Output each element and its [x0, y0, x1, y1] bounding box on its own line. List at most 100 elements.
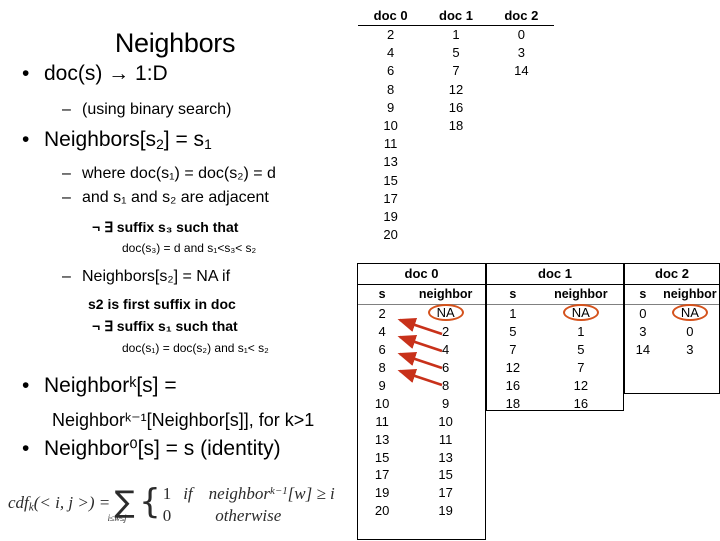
dash-glyph: –	[62, 268, 71, 285]
dash-glyph: –	[62, 165, 71, 182]
bullet-neighbors-def-sub: 2	[156, 136, 164, 153]
suffix-cell: 3	[639, 323, 647, 339]
suffix-cell: 16	[505, 377, 521, 393]
table-row: 8 12	[358, 81, 554, 99]
table-row: 18 16	[487, 395, 623, 413]
neighbor-cell: 13	[438, 449, 453, 465]
doc-table-cell: 15	[383, 172, 398, 188]
formula-cases: 1 if neighbork−1[w] ≥ i 0 otherwise	[163, 483, 335, 527]
na-highlight-ellipse: NA	[427, 304, 464, 321]
table-row: 64	[358, 341, 485, 359]
summation-range: i≤w≤j	[107, 513, 127, 523]
table-row: 12 7	[487, 359, 623, 377]
cdf-formula: cdfk(< i, j >) = ∑i≤w≤j{ 1 if neighbork−1[…	[8, 477, 347, 526]
doc-table-cell: 12	[448, 81, 464, 97]
neighbor-cell: 1	[577, 323, 585, 339]
bullet-neighbor-zero: • Neighbor⁰[s] = s (identity)	[22, 436, 281, 461]
suffix-cell: 5	[509, 323, 517, 339]
suffix-cell: 10	[374, 395, 390, 411]
doc-table-cell	[423, 208, 488, 226]
neighbor-table-doc0-title-row: doc 0	[358, 264, 485, 285]
table-row: 30	[625, 323, 719, 341]
neighbor-table-doc1-title-row: doc 1	[487, 264, 623, 285]
suffix-cell: 0	[639, 306, 647, 321]
table-row: 20	[358, 226, 554, 244]
neighbor-table-doc2-header-row: s neighbor	[625, 284, 719, 305]
neighbor-table-doc0-header-row: s neighbor	[358, 284, 485, 305]
case1-condition-exponent: k−1	[270, 485, 288, 498]
na-highlight-ellipse: NA	[562, 304, 599, 321]
neighbor-cell: 8	[442, 377, 450, 393]
suffix-cell: 18	[505, 395, 521, 411]
table-row: 16 12	[487, 377, 623, 395]
doc-table-cell: 4	[387, 45, 395, 61]
suffix-cell: 13	[374, 431, 390, 447]
bullet-glyph: •	[22, 437, 30, 460]
formula-lhs: cdf	[8, 493, 29, 512]
doc-table-cell: 17	[383, 190, 398, 206]
note-no-suffix-s1: ¬ ∃ suffix s₁ such that	[92, 318, 238, 334]
neighbor-table-doc2-title-row: doc 2	[625, 264, 719, 285]
bullet-neighbor-k-continuation: Neighborᵏ⁻¹[Neighbor[s]], for k>1	[52, 410, 315, 430]
suffix-cell: 8	[378, 359, 386, 375]
doc-table-header-row: doc 0 doc 1 doc 2	[358, 8, 554, 26]
case-brace-icon: {	[139, 482, 161, 522]
bullet-doc-s-label: doc(s) → 1:D	[44, 62, 168, 85]
doc-table-cell: 0	[517, 27, 525, 42]
note-doc-s3-condition: doc(s₃) = d and s₁<s₃< s₂	[122, 241, 257, 255]
doc-table-cell: 13	[383, 154, 398, 170]
neighbor-cell: 3	[686, 341, 694, 357]
doc-table-cell: 3	[517, 45, 525, 61]
table-row: 13	[358, 153, 554, 171]
doc-table-cell	[423, 153, 488, 171]
neighbor-table-doc0-body: 2 NA 4 2 6 4 8 6 9 8 10 9 11 10 13 11 15 13 17 15 19 17 20 19	[358, 304, 485, 521]
bullet-glyph: •	[22, 62, 30, 85]
suffix-cell: 6	[378, 341, 386, 357]
neighbor-cell: 7	[577, 359, 585, 375]
bullet-neighbor-k: • Neighborᵏ[s] =	[22, 374, 177, 398]
note-doc-s1-condition: doc(s₁) = doc(s₂) and s₁< s₂	[122, 341, 269, 355]
bullet-glyph: •	[22, 128, 30, 151]
case2-value: 0	[162, 506, 172, 526]
table-row: 14 3	[625, 341, 719, 359]
table-row: 15 13	[358, 449, 485, 467]
formula-case-1: 1 if neighbork−1[w] ≥ i	[163, 483, 335, 505]
doc-table-cell: 20	[383, 227, 398, 243]
bullet-neighbors-def-sub2: 1	[204, 136, 212, 153]
neighbor-cell: 12	[573, 377, 589, 393]
suffix-cell: 4	[378, 323, 386, 339]
suffix-cell: 12	[505, 359, 521, 375]
suffix-cell: 9	[378, 377, 386, 393]
neighbor-cell: NA	[406, 304, 485, 323]
bullet-neighbors-def-mid: ] = s	[163, 128, 205, 151]
table-row: 51	[487, 323, 623, 341]
subbullet-adjacent-label: and s₁ and s₂ are adjacent	[82, 189, 269, 206]
doc-table-cell	[489, 81, 554, 99]
table-row: 19 17	[358, 484, 485, 502]
bullet-neighbor-k-label: Neighborᵏ[s] =	[44, 374, 177, 397]
subbullet-adjacent: – and s₁ and s₂ are adjacent	[62, 189, 269, 207]
suffix-cell: 14	[635, 341, 651, 357]
doc-table-cell: 8	[387, 81, 395, 97]
table-row: 42	[358, 323, 485, 341]
bullet-glyph: •	[22, 374, 30, 397]
table-row: 17 15	[358, 466, 485, 484]
doc-table-cell	[489, 135, 554, 153]
neighbor-cell: 9	[442, 395, 450, 411]
na-highlight-ellipse: NA	[671, 304, 708, 321]
doc-table-cell: 5	[452, 45, 460, 61]
page-title: Neighbors	[114, 28, 236, 58]
neighbor-table-doc0-col-s: s	[358, 284, 407, 305]
doc-table-cell: 11	[383, 136, 398, 152]
table-row: 15	[358, 172, 554, 190]
neighbor-table-doc0-title: doc 0	[358, 264, 485, 285]
subbullet-na-case: – Neighbors[s₂] = NA if	[62, 268, 230, 286]
dash-glyph: –	[62, 189, 71, 206]
table-row: 9 16	[358, 99, 554, 117]
neighbor-cell: 5	[577, 341, 585, 357]
neighbor-table-doc0-col-neighbor: neighbor	[406, 284, 485, 305]
neighbor-table-doc2-body: 0 NA 3 0 14 3	[625, 304, 719, 359]
neighbor-cell: 19	[438, 503, 453, 519]
table-row: 11	[358, 135, 554, 153]
doc-table-cell: 6	[387, 63, 395, 79]
